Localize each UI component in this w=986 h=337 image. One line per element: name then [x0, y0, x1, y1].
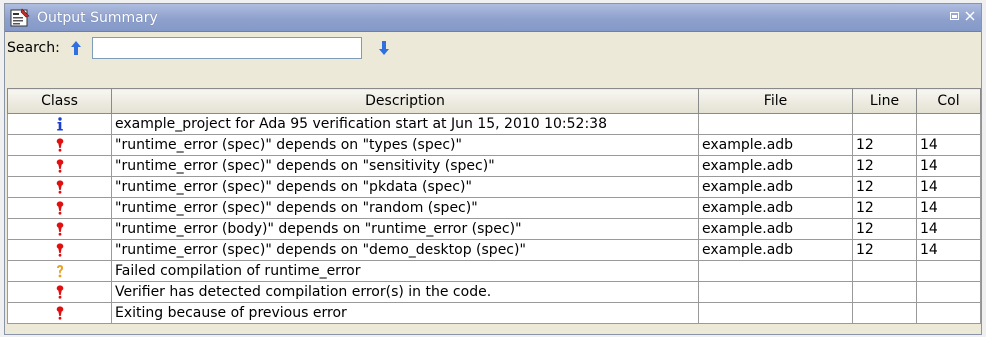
row-file	[698, 113, 853, 135]
row-line	[852, 281, 917, 303]
row-class-cell	[7, 113, 112, 135]
close-icon[interactable]	[964, 10, 976, 22]
row-class-cell	[7, 302, 112, 324]
search-input[interactable]	[91, 37, 362, 59]
row-col: 14	[916, 218, 981, 240]
arrow-down-icon	[378, 41, 389, 55]
row-file: example.adb	[698, 218, 853, 240]
column-header-description[interactable]: Description	[111, 88, 699, 114]
table-body: example_project for Ada 95 verification …	[7, 113, 981, 324]
row-col	[916, 302, 981, 324]
row-class-cell	[7, 218, 112, 240]
row-class-cell	[7, 281, 112, 303]
row-description: "runtime_error (spec)" depends on "demo_…	[111, 239, 699, 261]
table-row[interactable]: Verifier has detected compilation error(…	[7, 281, 981, 303]
row-file: example.adb	[698, 197, 853, 219]
search-label: Search:	[7, 40, 60, 56]
table-row[interactable]: "runtime_error (spec)" depends on "rando…	[7, 197, 981, 219]
error-icon	[56, 200, 64, 216]
error-icon	[56, 221, 64, 237]
row-line	[852, 260, 917, 282]
table-row[interactable]: "runtime_error (spec)" depends on "pkdat…	[7, 176, 981, 198]
column-header-col[interactable]: Col	[916, 88, 981, 114]
row-line: 12	[852, 218, 917, 240]
output-summary-window: Output Summary Search: Class Description…	[4, 3, 982, 335]
error-icon	[56, 158, 64, 174]
row-line: 12	[852, 134, 917, 156]
row-line	[852, 302, 917, 324]
row-class-cell	[7, 260, 112, 282]
row-class-cell	[7, 197, 112, 219]
title-controls	[949, 10, 976, 22]
info-icon	[56, 116, 64, 132]
row-description: "runtime_error (body)" depends on "runti…	[111, 218, 699, 240]
row-col: 14	[916, 176, 981, 198]
warning-icon	[56, 263, 64, 279]
output-summary-app-icon	[10, 7, 30, 26]
table-row[interactable]: Exiting because of previous error	[7, 302, 981, 324]
table-row[interactable]: example_project for Ada 95 verification …	[7, 113, 981, 135]
search-next-button[interactable]	[376, 39, 392, 57]
table-row[interactable]: "runtime_error (body)" depends on "runti…	[7, 218, 981, 240]
error-icon	[56, 137, 64, 153]
error-icon	[56, 305, 64, 321]
row-file: example.adb	[698, 134, 853, 156]
error-icon	[56, 284, 64, 300]
row-description: example_project for Ada 95 verification …	[111, 113, 699, 135]
table-row[interactable]: "runtime_error (spec)" depends on "demo_…	[7, 239, 981, 261]
row-file	[698, 281, 853, 303]
row-class-cell	[7, 239, 112, 261]
row-line: 12	[852, 155, 917, 177]
table-row[interactable]: "runtime_error (spec)" depends on "sensi…	[7, 155, 981, 177]
title-bar: Output Summary	[5, 4, 981, 32]
error-icon	[56, 242, 64, 258]
row-line: 12	[852, 239, 917, 261]
column-header-file[interactable]: File	[698, 88, 853, 114]
table-row[interactable]: Failed compilation of runtime_error	[7, 260, 981, 282]
row-description: Verifier has detected compilation error(…	[111, 281, 699, 303]
row-file: example.adb	[698, 239, 853, 261]
restore-icon[interactable]	[949, 10, 961, 22]
column-header-class[interactable]: Class	[7, 88, 112, 114]
row-col: 14	[916, 134, 981, 156]
table-header-row: Class Description File Line Col	[7, 88, 981, 114]
row-col: 14	[916, 155, 981, 177]
row-line: 12	[852, 176, 917, 198]
row-file	[698, 260, 853, 282]
search-previous-button[interactable]	[68, 39, 84, 57]
window-title: Output Summary	[37, 9, 158, 26]
row-col	[916, 281, 981, 303]
row-description: Failed compilation of runtime_error	[111, 260, 699, 282]
row-class-cell	[7, 155, 112, 177]
row-file: example.adb	[698, 155, 853, 177]
row-description: "runtime_error (spec)" depends on "sensi…	[111, 155, 699, 177]
row-file: example.adb	[698, 176, 853, 198]
column-header-line[interactable]: Line	[852, 88, 917, 114]
output-table: Class Description File Line Col example_…	[7, 88, 981, 324]
arrow-up-icon	[70, 41, 81, 55]
row-class-cell	[7, 176, 112, 198]
row-description: "runtime_error (spec)" depends on "types…	[111, 134, 699, 156]
row-col	[916, 260, 981, 282]
row-col: 14	[916, 239, 981, 261]
row-class-cell	[7, 134, 112, 156]
table-row[interactable]: "runtime_error (spec)" depends on "types…	[7, 134, 981, 156]
row-file	[698, 302, 853, 324]
row-col: 14	[916, 197, 981, 219]
row-description: "runtime_error (spec)" depends on "pkdat…	[111, 176, 699, 198]
row-col	[916, 113, 981, 135]
output-table-container: Class Description File Line Col example_…	[7, 88, 981, 324]
row-description: Exiting because of previous error	[111, 302, 699, 324]
search-bar: Search:	[5, 32, 981, 64]
row-description: "runtime_error (spec)" depends on "rando…	[111, 197, 699, 219]
error-icon	[56, 179, 64, 195]
row-line: 12	[852, 197, 917, 219]
row-line	[852, 113, 917, 135]
